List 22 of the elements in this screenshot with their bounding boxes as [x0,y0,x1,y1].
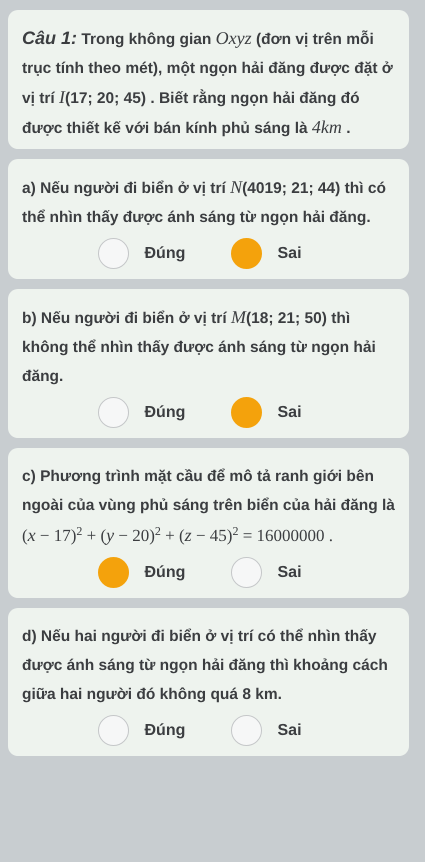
radio-button[interactable] [98,238,128,269]
radio-button[interactable] [98,557,128,588]
formula-text: (x − 17)$^{2}$ + (y − 20)$^{2}$ + (z − 45)$^{2}$ = 16000000 . [22,523,334,547]
question-text: Câu 1: Trong không gian Oxyz (đơn vị trên mỗi trục tính theo mét), một ngọn hải đăng được đặt ở vị trí I(17; 20; 45) . Biết rằng ngọn hải đăng đó được thiết kế với bán kính phủ sáng là 4km . [22,27,394,139]
option-label[interactable]: Sai [278,400,324,424]
option-label[interactable]: Đúng [144,560,190,584]
radio-button[interactable] [230,557,262,588]
radio-button[interactable] [230,397,262,428]
option-label[interactable]: Sai [278,560,324,584]
option-label[interactable]: Sai [278,718,324,742]
radio-button[interactable] [230,715,262,746]
radio-button[interactable] [98,397,128,428]
statement-text: a) Nếu người đi biển ở vị trí N(4019; 21; 44) thì có thể nhìn thấy được ánh sáng từ ngọn hải đăng. [22,176,387,228]
statement-text: b) Nếu người đi biển ở vị trí M(18; 21; 50) thì không thể nhìn thấy được ánh sáng từ ngọn hải đăng. [22,306,377,387]
statement-text: d) Nếu hai người đi biển ở vị trí có thể nhìn thấy được ánh sáng từ ngọn hải đăng thì khoảng cách giữa hai người đó không quá 8 km. [22,627,389,705]
option-label[interactable]: Đúng [144,400,190,424]
radio-button[interactable] [230,238,262,269]
option-label[interactable]: Đúng [144,718,190,742]
radio-button[interactable] [98,715,128,746]
option-label[interactable]: Đúng [144,242,190,266]
statement-text: c) Phương trình mặt cầu để mô tả ranh giới bên ngoài của vùng phủ sáng trên biển của hải đăng là [22,467,396,516]
option-label[interactable]: Sai [278,242,324,266]
